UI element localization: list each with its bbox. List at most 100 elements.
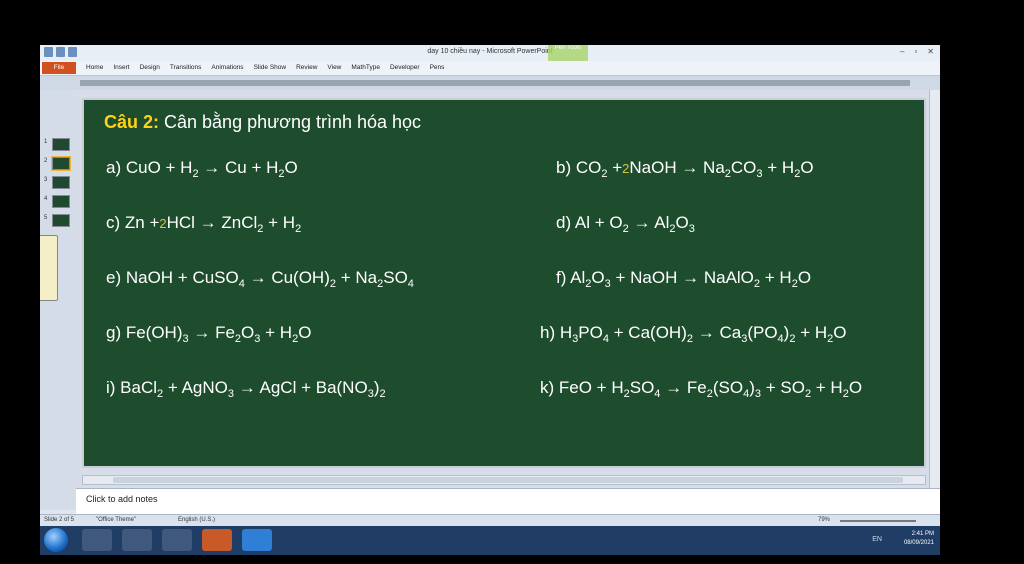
tab-mathtype[interactable]: MathType (351, 64, 380, 71)
tab-file[interactable]: File (42, 62, 76, 74)
ie-taskbar-icon[interactable] (82, 529, 112, 551)
pen-tool-palette[interactable] (40, 235, 58, 301)
clock-time: 2:41 PM (911, 531, 934, 537)
slide-thumbnail-preview (52, 138, 70, 151)
slide-thumbnail[interactable]: 3 (44, 174, 70, 190)
redo-icon[interactable] (68, 47, 77, 57)
slide-thumbnail[interactable]: 5 (44, 212, 70, 228)
maximize-icon[interactable]: ▫ (914, 47, 917, 56)
slide-thumbnail-preview (52, 214, 70, 227)
question-text: Cân bằng phương trình hóa học (159, 112, 422, 132)
equation-text: O (284, 158, 298, 177)
powerpoint-taskbar-icon[interactable] (202, 529, 232, 551)
theme-name: "Office Theme" (96, 517, 137, 523)
equation-e: e) NaOH + CuSO4 → Cu(OH)2 + Na2SO4 (106, 268, 414, 290)
question-title: Câu 2: Cân bằng phương trình hóa học (104, 112, 421, 133)
chrome-taskbar-icon[interactable] (162, 529, 192, 551)
tab-animations[interactable]: Animations (211, 64, 243, 71)
windows-taskbar: EN 2:41 PM 08/09/2021 (40, 526, 940, 555)
subscript: 3 (688, 223, 695, 235)
equation-text: O (833, 323, 847, 342)
slide-thumbnail-preview (51, 156, 71, 171)
tab-view[interactable]: View (327, 64, 341, 71)
undo-icon[interactable] (56, 47, 65, 57)
equation-text: c) Zn + (106, 213, 160, 232)
equation-text: + H (260, 323, 293, 342)
ribbon-tab-list: Home Insert Design Transitions Animations Sli… (86, 64, 444, 71)
equation-text: (PO (747, 323, 778, 342)
tab-review[interactable]: Review (296, 64, 317, 71)
slide-canvas[interactable]: Câu 2: Cân bằng phương trình hóa học a) … (82, 98, 926, 468)
slide-thumbnail-preview (52, 176, 70, 189)
minimize-icon[interactable]: – (900, 47, 904, 56)
vertical-scrollbar[interactable] (929, 90, 940, 510)
ribbon-tabs: File Home Insert Design Transitions Animatio… (40, 61, 940, 76)
tab-insert[interactable]: Insert (113, 64, 129, 71)
equation-text: + H (762, 158, 795, 177)
zoom-taskbar-icon[interactable] (242, 529, 272, 551)
equation-text: + NaOH → NaAlO (610, 268, 754, 287)
tab-pens[interactable]: Pens (430, 64, 445, 71)
equation-text: + (607, 158, 623, 177)
equation-k: k) FeO + H2SO4 → Fe2(SO4)3 + SO2 + H2O (540, 378, 862, 400)
slide-thumbnail-number: 2 (44, 158, 48, 164)
equation-text: SO (383, 268, 408, 287)
ribbon-collapsed-strip (40, 76, 940, 91)
equation-b: b) CO2 +2NaOH → Na2CO3 + H2O (556, 158, 814, 180)
zoom-slider[interactable] (840, 520, 916, 522)
slide-thumbnail-number: 5 (44, 215, 48, 221)
window-title: day 10 chiều nay - Microsoft PowerPoint (427, 48, 553, 55)
equation-text: O (797, 268, 812, 287)
subscript: 4 (407, 278, 414, 290)
language-indicator[interactable]: English (U.S.) (178, 517, 215, 523)
save-icon[interactable] (44, 47, 53, 57)
tab-home[interactable]: Home (86, 64, 103, 71)
tab-slide-show[interactable]: Slide Show (254, 64, 287, 71)
window-controls: – ▫ ✕ (900, 47, 934, 56)
equation-text: → Fe (660, 378, 707, 397)
equation-text: O (800, 158, 814, 177)
clock[interactable]: 2:41 PM 08/09/2021 (904, 530, 934, 548)
explorer-taskbar-icon[interactable] (122, 529, 152, 551)
equation-text: + H (760, 268, 792, 287)
slide-editor: Câu 2: Cân bằng phương trình hóa học a) … (74, 90, 940, 510)
equation-text: a) CuO + H (106, 158, 193, 177)
equation-text: O (675, 213, 689, 232)
tray-language[interactable]: EN (872, 536, 882, 543)
title-bar: day 10 chiều nay - Microsoft PowerPoint … (40, 45, 940, 61)
equation-text: i) BaCl (106, 378, 158, 397)
tab-design[interactable]: Design (140, 64, 160, 71)
notes-placeholder: Click to add notes (86, 494, 158, 504)
quick-access-toolbar (44, 47, 77, 57)
zoom-level[interactable]: 79% (818, 517, 830, 523)
slide-thumbnail[interactable]: 1 (44, 136, 70, 152)
equation-text: O (591, 268, 605, 287)
equation-g: g) Fe(OH)3 → Fe2O3 + H2O (106, 323, 311, 345)
equation-text: → Fe (188, 323, 235, 342)
system-tray: EN (872, 536, 882, 543)
start-button-icon[interactable] (44, 528, 68, 552)
equation-text: NaOH → Na (629, 158, 725, 177)
slide-thumbnail[interactable]: 4 (44, 193, 70, 209)
equation-text: + Ca(OH) (608, 323, 687, 342)
equation-f: f) Al2O3 + NaOH → NaAlO2 + H2O (556, 268, 811, 290)
subscript: 2 (379, 388, 386, 400)
equation-text: CO (730, 158, 757, 177)
slide-thumbnail-number: 4 (44, 196, 48, 202)
equation-text: d) Al + O (556, 213, 623, 232)
scroll-thumb[interactable] (113, 477, 903, 483)
equation-text: PO (578, 323, 603, 342)
close-icon[interactable]: ✕ (927, 47, 934, 56)
slide-thumbnail[interactable]: 2 (44, 155, 71, 171)
tab-transitions[interactable]: Transitions (170, 64, 202, 71)
horizontal-scrollbar[interactable] (82, 475, 926, 485)
equation-text: f) Al (556, 268, 586, 287)
subscript: 2 (295, 223, 302, 235)
equation-text: k) FeO + H (540, 378, 624, 397)
equation-text: + AgNO (163, 378, 228, 397)
slide-thumbnail-preview (52, 195, 70, 208)
tab-developer[interactable]: Developer (390, 64, 420, 71)
equation-text: SO (629, 378, 655, 397)
slide-indicator: Slide 2 of 5 (44, 517, 75, 523)
notes-pane[interactable]: Click to add notes (76, 488, 940, 515)
